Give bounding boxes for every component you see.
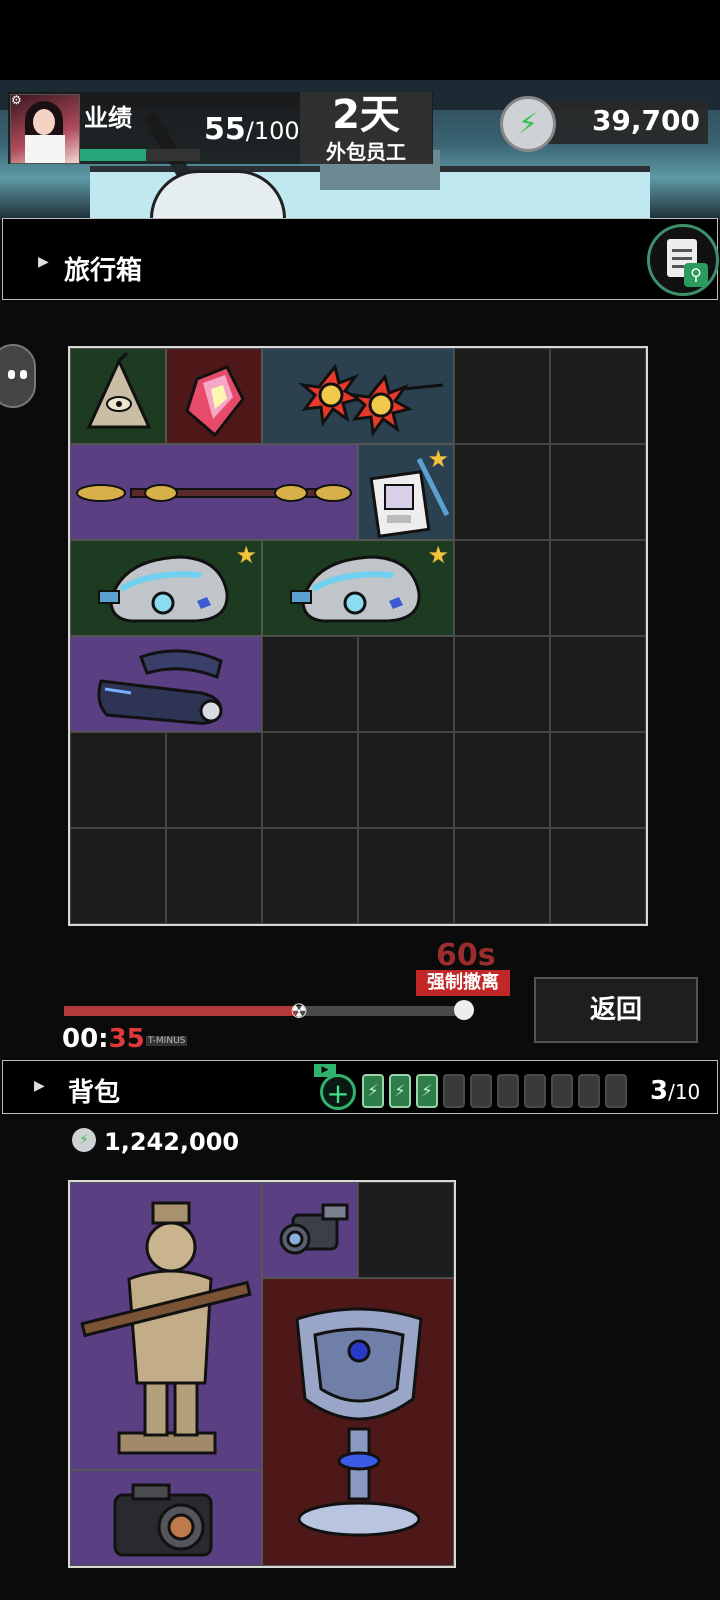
vr-headset-item[interactable]: [70, 636, 262, 732]
suitcase-title: 旅行箱: [64, 256, 143, 286]
grid-cell: [262, 732, 358, 828]
gear-icon[interactable]: ⚙: [11, 93, 25, 107]
battery-empty-icon: [605, 1074, 627, 1108]
grid-cell: [166, 828, 262, 924]
backpack-money: 1,242,000: [104, 1128, 240, 1156]
visor-helmet-item-2[interactable]: ★: [262, 540, 454, 636]
grid-cell: [358, 636, 454, 732]
battery-full-icon: ⚡: [389, 1074, 411, 1108]
star-icon: ★: [235, 541, 257, 569]
role-label: 外包员工: [326, 140, 406, 164]
inspect-button[interactable]: ⚲: [647, 224, 719, 296]
lightning-coin-icon: ⚡: [500, 96, 556, 152]
battery-empty-icon: [443, 1074, 465, 1108]
battery-full-icon: ⚡: [416, 1074, 438, 1108]
scope-item[interactable]: [262, 1182, 358, 1278]
add-slot-button[interactable]: +: [320, 1074, 356, 1110]
grid-cell: [454, 732, 550, 828]
days-counter: 2天: [332, 92, 400, 138]
performance-label: 业绩: [84, 104, 132, 132]
grid-cell: [358, 828, 454, 924]
grid-cell: [358, 732, 454, 828]
grid-cell: [166, 732, 262, 828]
lightning-coin-icon: ⚡: [72, 1128, 96, 1152]
grid-cell: [550, 732, 646, 828]
return-button[interactable]: 返回: [534, 977, 698, 1043]
grid-cell: [550, 348, 646, 444]
terracotta-soldier-item[interactable]: [70, 1182, 262, 1470]
backpack-grid: [68, 1180, 456, 1568]
evac-progress-fill: [64, 1006, 296, 1016]
grid-cell: [454, 540, 550, 636]
grid-cell: [262, 636, 358, 732]
star-icon: ★: [427, 541, 449, 569]
battery-empty-icon: [470, 1074, 492, 1108]
grid-cell: [550, 636, 646, 732]
battery-empty-icon: [497, 1074, 519, 1108]
suitcase-grid: ★ ★ ★: [68, 346, 648, 926]
force-evac-label: 强制撤离: [416, 970, 510, 996]
grid-cell: [358, 1182, 454, 1278]
performance-value: 55/100: [204, 112, 300, 147]
grid-cell: [550, 540, 646, 636]
battery-empty-icon: [551, 1074, 573, 1108]
grid-cell: [70, 828, 166, 924]
star-icon: ★: [427, 445, 449, 473]
evac-progress-knob: [454, 1000, 474, 1020]
grid-cell: [550, 444, 646, 540]
pyramid-eye-item[interactable]: [70, 348, 166, 444]
radiation-icon: ☢: [290, 999, 308, 1023]
grid-cell: [454, 636, 550, 732]
battery-empty-icon: [578, 1074, 600, 1108]
timer: 00:35: [62, 1024, 145, 1054]
search-icon: ⚲: [684, 263, 708, 287]
grid-cell: [70, 732, 166, 828]
expand-arrow-icon[interactable]: ▶: [38, 254, 49, 270]
evac-countdown: 60s: [436, 938, 496, 973]
grid-cell: [550, 828, 646, 924]
backpack-count: 3/10: [650, 1076, 701, 1106]
camera-item[interactable]: [70, 1470, 262, 1566]
performance-bar-fill: [80, 149, 146, 161]
status-bar-area: [0, 0, 720, 80]
grid-cell: [262, 828, 358, 924]
timer-tag: T-MINUS: [146, 1036, 188, 1046]
grid-cell: [454, 444, 550, 540]
expand-arrow-icon[interactable]: ▶: [34, 1078, 45, 1094]
battery-empty-icon: [524, 1074, 546, 1108]
battery-full-icon: ⚡: [362, 1074, 384, 1108]
backpack-title: 背包: [68, 1078, 121, 1108]
side-drawer-tab[interactable]: [0, 344, 36, 408]
grid-cell: [454, 348, 550, 444]
ornate-staff-item[interactable]: [70, 444, 358, 540]
jeweled-chalice-item[interactable]: [262, 1278, 454, 1566]
grid-cell: [454, 828, 550, 924]
sun-flowers-item[interactable]: [262, 348, 454, 444]
rainbow-crystal-item[interactable]: [166, 348, 262, 444]
employee-badge-item[interactable]: ★: [358, 444, 454, 540]
visor-helmet-item-1[interactable]: ★: [70, 540, 262, 636]
currency-value: 39,700: [591, 104, 700, 137]
